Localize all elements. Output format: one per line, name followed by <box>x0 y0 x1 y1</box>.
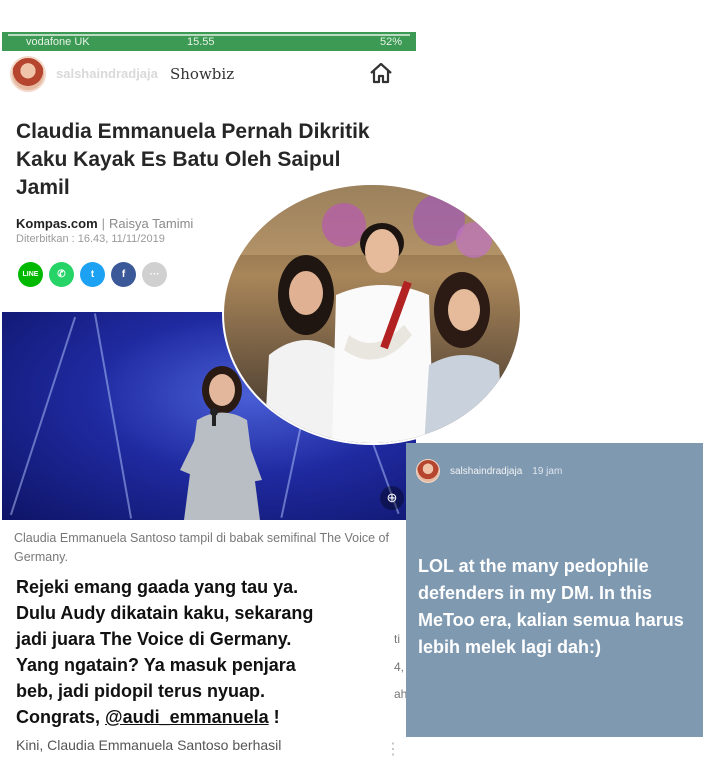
more-icon[interactable]: ··· <box>142 262 167 287</box>
mention-link[interactable]: @audi_emmanuela <box>105 707 269 727</box>
twitter-icon[interactable]: t <box>80 262 105 287</box>
carrier-label: vodafone UK <box>26 35 90 48</box>
photo-caption: Claudia Emmanuela Santoso tampil di baba… <box>14 531 389 564</box>
avatar[interactable] <box>10 55 46 92</box>
story-username[interactable]: salshaindradjaja <box>56 66 158 81</box>
overlay-congrats: Congrats, <box>16 707 106 727</box>
source-name[interactable]: Kompas.com <box>16 216 98 231</box>
overlay-line: jadi juara The Voice di Germany. <box>16 629 292 649</box>
status-bar: vodafone UK 15.55 52% <box>2 32 416 51</box>
battery-level: 52% <box>379 35 402 48</box>
facebook-icon[interactable]: f <box>111 262 136 287</box>
story-overlay-text: Rejeki emang gaada yang tau ya. Dulu Aud… <box>16 574 406 730</box>
story-header: salshaindradjaja Showbiz <box>2 51 416 96</box>
card-message: LOL at the many pedophile defenders in m… <box>418 556 684 657</box>
zoom-icon[interactable]: ⊕ <box>380 486 404 510</box>
whatsapp-icon[interactable]: ✆ <box>49 262 74 287</box>
clock: 15.55 <box>187 35 215 48</box>
card-username[interactable]: salshaindradjaja <box>450 466 522 477</box>
avatar[interactable] <box>416 459 440 483</box>
overlay-line: Congrats, @audi_emmanuela ! <box>16 704 406 730</box>
overlay-line: Yang ngatain? Ya masuk penjara <box>16 655 296 675</box>
more-options-icon[interactable]: ⋮ <box>385 739 401 759</box>
group-photo <box>222 183 522 445</box>
card-header: salshaindradjaja 19 jam <box>406 443 703 483</box>
overlay-punct: ! <box>268 707 280 727</box>
overlay-line: beb, jadi pidopil terus nyuap. <box>16 681 266 701</box>
author-name: Raisya Tamimi <box>109 216 194 231</box>
card-timestamp: 19 jam <box>532 465 563 477</box>
reply-story-card: salshaindradjaja 19 jam LOL at the many … <box>406 443 703 737</box>
home-icon[interactable] <box>368 61 394 85</box>
article-body-line: Kini, Claudia Emmanuela Santoso berhasil <box>16 737 282 753</box>
group-photo-figures <box>224 185 520 443</box>
overlay-line: Dulu Audy dikatain kaku, sekarang <box>16 603 314 623</box>
overlay-line: Rejeki emang gaada yang tau ya. <box>16 577 299 597</box>
section-title: Showbiz <box>170 65 235 83</box>
line-icon[interactable]: LINE <box>18 262 43 287</box>
